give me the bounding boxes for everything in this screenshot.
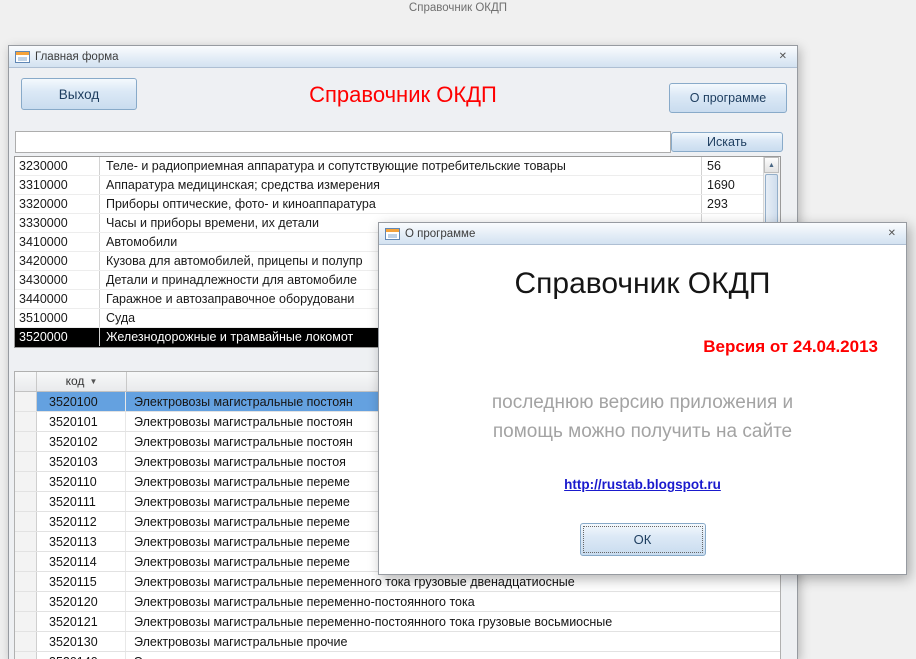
close-icon[interactable]: ✕ — [884, 227, 900, 240]
record-selector[interactable] — [15, 472, 37, 491]
detail-row[interactable]: 3520120 Электровозы магистральные переме… — [15, 592, 780, 612]
detail-name: Электровозы магистральные переменно-пост… — [134, 595, 475, 609]
detail-code: 3520111 — [37, 492, 126, 511]
category-code: 3320000 — [15, 195, 100, 213]
category-count: 1690 — [701, 176, 763, 194]
category-count: 293 — [701, 195, 763, 213]
category-code: 3440000 — [15, 290, 100, 308]
record-selector[interactable] — [15, 532, 37, 551]
detail-code: 3520110 — [37, 472, 126, 491]
form-icon — [385, 227, 400, 240]
detail-code: 3520113 — [37, 532, 126, 551]
main-window-title: Главная форма — [35, 50, 119, 63]
website-link[interactable]: http://rustab.blogspot.ru — [379, 477, 906, 492]
category-code: 3410000 — [15, 233, 100, 251]
detail-code: 3520120 — [37, 592, 126, 611]
detail-name: Электровозы магистральные прочие — [134, 635, 348, 649]
about-dialog: О программе ✕ Справочник ОКДП Версия от … — [378, 222, 907, 575]
version-label: Версия от 24.04.2013 — [703, 337, 878, 356]
detail-code: 3520100 — [37, 392, 126, 411]
detail-code: 3520114 — [37, 552, 126, 571]
detail-code: 3520102 — [37, 432, 126, 451]
category-row[interactable]: 3310000 Аппаратура медицинская; средства… — [15, 176, 763, 195]
detail-code: 3520121 — [37, 612, 126, 631]
record-selector[interactable] — [15, 512, 37, 531]
category-row[interactable]: 3320000 Приборы оптические, фото- и кино… — [15, 195, 763, 214]
record-selector[interactable] — [15, 432, 37, 451]
detail-row[interactable]: 3520121 Электровозы магистральные переме… — [15, 612, 780, 632]
record-selector-header — [15, 372, 37, 391]
category-code: 3330000 — [15, 214, 100, 232]
app-window-title: Справочник ОКДП — [408, 2, 508, 14]
category-code: 3430000 — [15, 271, 100, 289]
scroll-up-icon[interactable]: ▲ — [764, 157, 779, 173]
detail-code: 3520103 — [37, 452, 126, 471]
about-button[interactable]: О программе — [669, 83, 787, 113]
about-info-text: последнюю версию приложения и помощь мож… — [491, 392, 794, 442]
category-name: Теле- и радиоприемная аппаратура и сопут… — [106, 159, 566, 173]
detail-code: 3520130 — [37, 632, 126, 651]
main-window-titlebar: Главная форма ✕ — [9, 46, 797, 68]
code-header-label: код — [65, 374, 85, 388]
detail-row[interactable]: 3520130 Электровозы магистральные прочие — [15, 632, 780, 652]
about-dialog-content: Справочник ОКДП Версия от 24.04.2013 пос… — [379, 245, 906, 574]
category-name: Аппаратура медицинская; средства измерен… — [106, 178, 380, 192]
about-dialog-titlebar: О программе ✕ — [379, 223, 906, 245]
ok-button[interactable]: ОК — [579, 523, 706, 556]
close-icon[interactable]: ✕ — [775, 50, 791, 63]
form-icon — [15, 50, 30, 63]
about-heading: Справочник ОКДП — [514, 267, 771, 300]
category-name: Приборы оптические, фото- и киноаппарату… — [106, 197, 376, 211]
record-selector[interactable] — [15, 632, 37, 651]
category-code: 3230000 — [15, 157, 100, 175]
category-code: 3420000 — [15, 252, 100, 270]
about-dialog-title: О программе — [405, 227, 476, 240]
record-selector[interactable] — [15, 572, 37, 591]
detail-code: 3520115 — [37, 572, 126, 591]
search-button[interactable]: Искать — [671, 132, 783, 152]
search-input[interactable] — [15, 131, 671, 153]
category-row[interactable]: 3230000 Теле- и радиоприемная аппаратура… — [15, 157, 763, 176]
record-selector[interactable] — [15, 612, 37, 631]
code-column-header[interactable]: код ▼ — [37, 372, 127, 391]
category-code: 3310000 — [15, 176, 100, 194]
category-code: 3510000 — [15, 309, 100, 327]
chevron-down-icon[interactable]: ▼ — [89, 372, 97, 391]
detail-code: 3520101 — [37, 412, 126, 431]
record-selector[interactable] — [15, 592, 37, 611]
record-selector[interactable] — [15, 392, 37, 411]
category-code: 3520000 — [15, 328, 100, 346]
record-selector[interactable] — [15, 552, 37, 571]
record-selector[interactable] — [15, 492, 37, 511]
record-selector[interactable] — [15, 412, 37, 431]
category-count: 56 — [701, 157, 763, 175]
record-selector[interactable] — [15, 452, 37, 471]
detail-name: Электровозы магистральные переменно-пост… — [134, 615, 613, 629]
detail-code: 3520112 — [37, 512, 126, 531]
detail-row[interactable]: 3520115 Электровозы магистральные переме… — [15, 572, 780, 592]
